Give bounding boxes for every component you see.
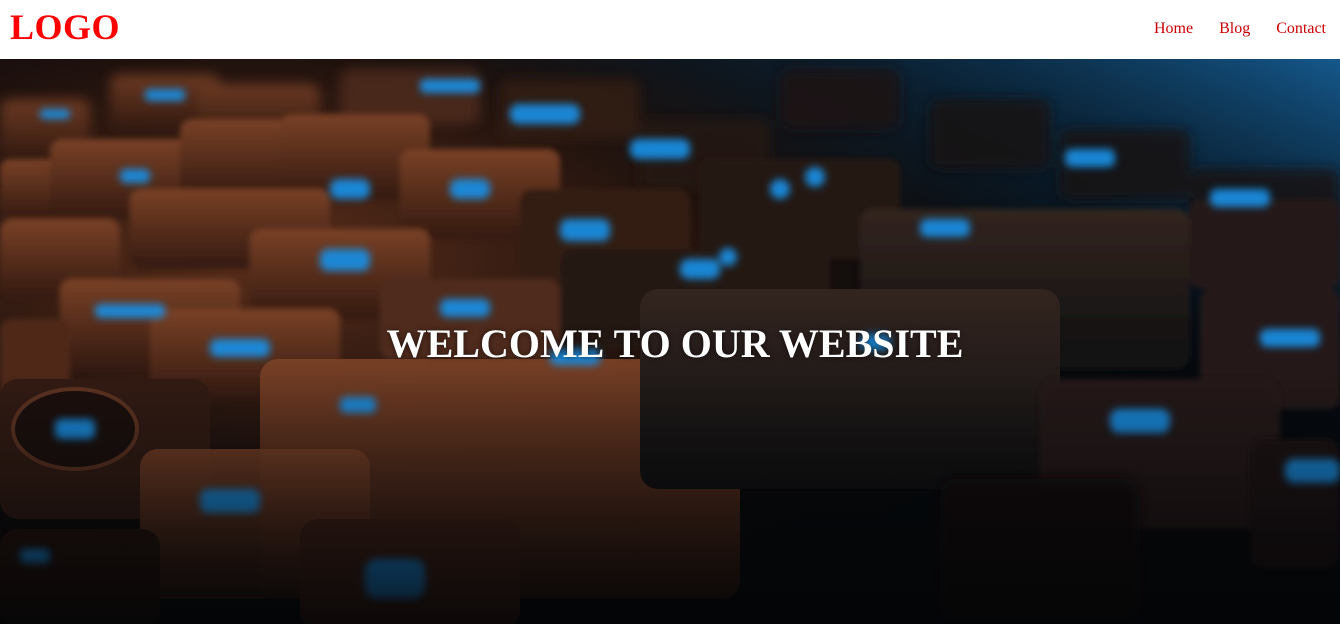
site-logo[interactable]: LOGO [10, 7, 120, 47]
top-navbar: LOGO Home Blog Contact [0, 0, 1340, 59]
hero-title: WELCOME TO OUR WEBSITE [386, 321, 964, 366]
main-nav: Home Blog Contact [1154, 19, 1326, 39]
hero-banner: WELCOME TO OUR WEBSITE [0, 59, 1340, 624]
nav-link-contact[interactable]: Contact [1276, 19, 1326, 39]
nav-link-home[interactable]: Home [1154, 19, 1193, 39]
nav-link-blog[interactable]: Blog [1219, 19, 1250, 39]
